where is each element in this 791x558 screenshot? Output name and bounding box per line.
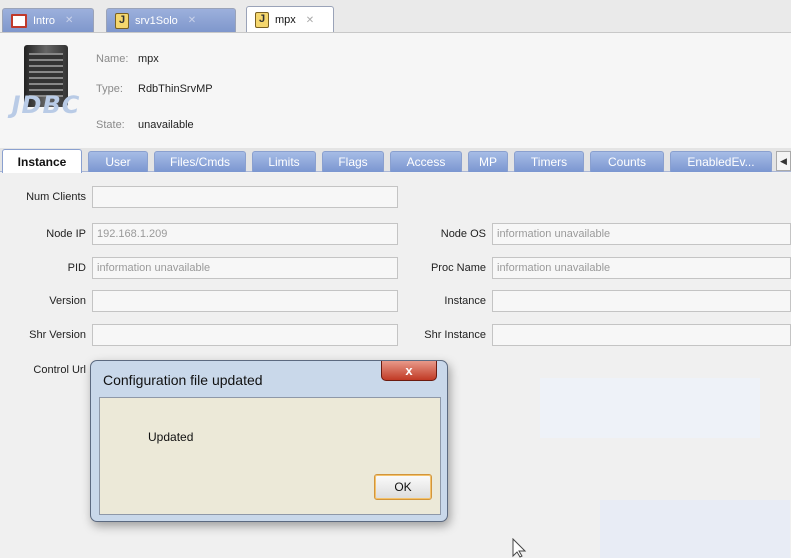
instance-field[interactable]: [492, 290, 791, 312]
close-icon[interactable]: ✕: [306, 15, 314, 26]
close-icon[interactable]: ✕: [65, 15, 73, 26]
version-field[interactable]: [92, 290, 398, 312]
num-clients-field[interactable]: [92, 186, 398, 208]
instance-label: Instance: [444, 295, 486, 307]
tab-enabled-events[interactable]: EnabledEv...: [670, 151, 772, 172]
section-tab-bar: Instance User Files/Cmds Limits Flags Ac…: [0, 148, 791, 173]
tab-mp[interactable]: MP: [468, 151, 508, 172]
dialog-message: Updated: [148, 430, 194, 444]
header-info-panel: JDBC Name: mpx Type: RdbThinSrvMP State:…: [0, 32, 791, 148]
tab-counts[interactable]: Counts: [590, 151, 664, 172]
info-row-name: Name: mpx: [96, 53, 159, 65]
info-key: State:: [96, 119, 125, 131]
dialog-body: Updated OK: [99, 397, 441, 515]
proc-name-field[interactable]: [492, 257, 791, 279]
info-row-state: State: unavailable: [96, 119, 194, 131]
shr-instance-label: Shr Instance: [424, 329, 486, 341]
tab-files-cmds[interactable]: Files/Cmds: [154, 151, 246, 172]
num-clients-label: Num Clients: [26, 191, 86, 203]
doc-tab-label: mpx: [275, 14, 296, 26]
jar-icon: [115, 12, 129, 29]
info-value: RdbThinSrvMP: [138, 83, 213, 95]
node-ip-label: Node IP: [46, 228, 86, 240]
tab-scroll-left-icon[interactable]: ◀: [776, 151, 791, 171]
control-url-label: Control Url: [33, 364, 86, 376]
tab-flags[interactable]: Flags: [322, 151, 384, 172]
intro-icon: [11, 13, 27, 28]
ok-button[interactable]: OK: [374, 474, 432, 500]
proc-name-label: Proc Name: [430, 262, 486, 274]
node-ip-field[interactable]: [92, 223, 398, 245]
tab-timers[interactable]: Timers: [514, 151, 584, 172]
jar-icon: [255, 12, 269, 28]
doc-tab-intro[interactable]: Intro ✕: [2, 8, 94, 32]
pid-field[interactable]: [92, 257, 398, 279]
node-os-field[interactable]: [492, 223, 791, 245]
node-os-label: Node OS: [440, 228, 486, 240]
shr-instance-field[interactable]: [492, 324, 791, 346]
tab-access[interactable]: Access: [390, 151, 462, 172]
shr-version-label: Shr Version: [29, 329, 86, 341]
doc-tab-label: Intro: [33, 14, 56, 27]
close-icon[interactable]: ✕: [188, 15, 196, 26]
info-value: mpx: [138, 53, 159, 65]
mouse-cursor-icon: [512, 537, 528, 558]
doc-tab-mpx[interactable]: mpx ✕: [246, 6, 334, 33]
info-value: unavailable: [138, 119, 194, 131]
background-panel: [600, 500, 790, 558]
shr-version-field[interactable]: [92, 324, 398, 346]
version-label: Version: [49, 295, 86, 307]
doc-tab-srv1solo[interactable]: srv1Solo ✕: [106, 8, 236, 32]
info-key: Type:: [96, 83, 123, 95]
close-icon[interactable]: x: [381, 361, 437, 381]
tab-limits[interactable]: Limits: [252, 151, 316, 172]
jdbc-label: JDBC: [11, 91, 81, 119]
info-key: Name:: [96, 53, 129, 65]
doc-tab-label: srv1Solo: [135, 14, 178, 27]
pid-label: PID: [67, 262, 86, 274]
tab-user[interactable]: User: [88, 151, 148, 172]
tab-instance[interactable]: Instance: [2, 149, 82, 173]
background-panel: [540, 378, 760, 438]
info-row-type: Type: RdbThinSrvMP: [96, 83, 213, 95]
server-icon: JDBC: [10, 45, 82, 125]
configuration-updated-dialog: Configuration file updated x Updated OK: [90, 360, 448, 522]
dialog-title: Configuration file updated: [103, 372, 263, 388]
document-tab-bar: Intro ✕ srv1Solo ✕ mpx ✕: [0, 0, 791, 33]
